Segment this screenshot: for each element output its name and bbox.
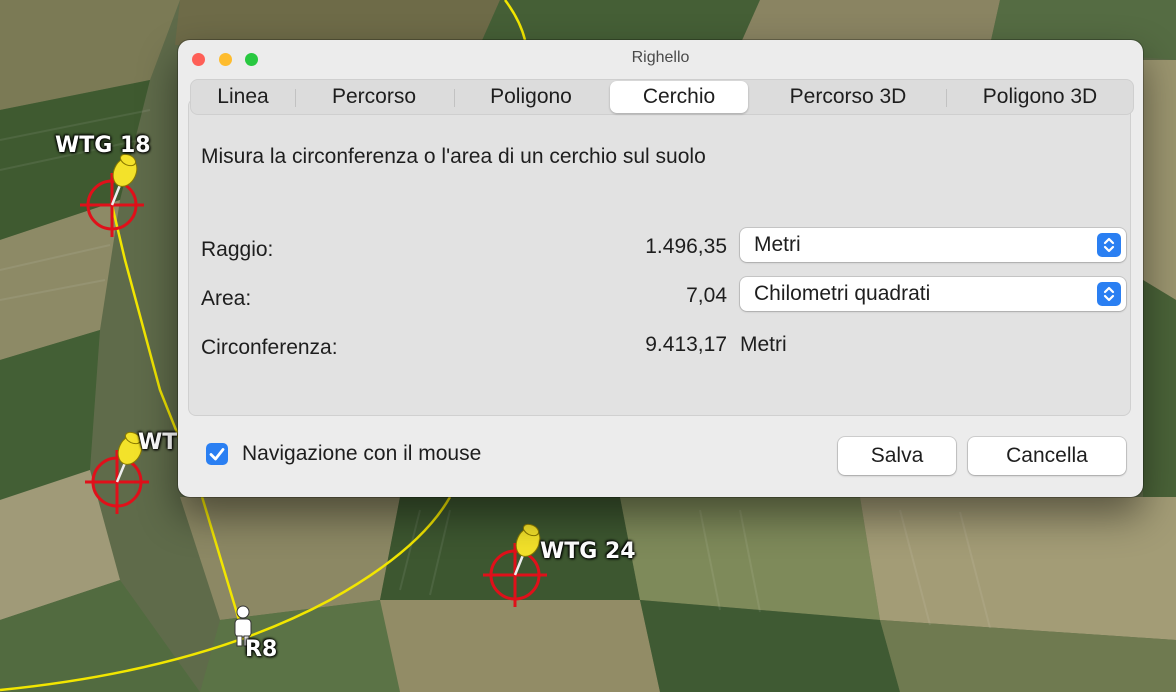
- tab-separator: [454, 89, 455, 107]
- titlebar[interactable]: Righello: [178, 40, 1143, 78]
- chevron-updown-icon: [1097, 282, 1121, 306]
- checkmark-icon: [209, 448, 225, 461]
- chevron-updown-icon: [1097, 233, 1121, 257]
- radius-unit-select[interactable]: Metri: [740, 228, 1126, 262]
- radius-unit-value: Metri: [754, 233, 801, 256]
- tab-percorso[interactable]: Percorso: [296, 81, 452, 113]
- measure-tabs: Linea Percorso Poligono Cerchio Percorso…: [190, 79, 1134, 115]
- marker-label-wtg18[interactable]: WTG 18: [55, 133, 151, 158]
- circumference-value: 9.413,17: [645, 333, 727, 356]
- circumference-unit: Metri: [740, 333, 787, 356]
- radius-value: 1.496,35: [645, 235, 727, 258]
- mouse-navigation-checkbox[interactable]: [206, 443, 228, 465]
- cancel-button[interactable]: Cancella: [968, 437, 1126, 475]
- radius-label: Raggio:: [201, 238, 274, 261]
- description-text: Misura la circonferenza o l'area di un c…: [201, 145, 706, 168]
- tab-percorso-3d[interactable]: Percorso 3D: [752, 81, 944, 113]
- area-label: Area:: [201, 287, 252, 310]
- tab-separator: [946, 89, 947, 107]
- window-title: Righello: [631, 49, 690, 66]
- save-button[interactable]: Salva: [838, 437, 956, 475]
- marker-label-wt[interactable]: WT: [138, 430, 177, 455]
- marker-label-wtg24[interactable]: WTG 24: [540, 539, 636, 564]
- tab-cerchio[interactable]: Cerchio: [610, 81, 748, 113]
- circumference-label: Circonferenza:: [201, 336, 338, 359]
- tab-poligono-3d[interactable]: Poligono 3D: [948, 81, 1132, 113]
- area-unit-select[interactable]: Chilometri quadrati: [740, 277, 1126, 311]
- tab-linea[interactable]: Linea: [192, 81, 294, 113]
- marker-label-r8[interactable]: R8: [245, 637, 277, 662]
- ruler-window: Righello Misura la circonferenza o l'are…: [178, 40, 1143, 497]
- area-unit-value: Chilometri quadrati: [754, 282, 931, 305]
- mouse-navigation-label[interactable]: Navigazione con il mouse: [242, 442, 481, 466]
- tab-poligono[interactable]: Poligono: [456, 81, 606, 113]
- tab-content-panel: Misura la circonferenza o l'area di un c…: [188, 98, 1131, 416]
- area-value: 7,04: [686, 284, 727, 307]
